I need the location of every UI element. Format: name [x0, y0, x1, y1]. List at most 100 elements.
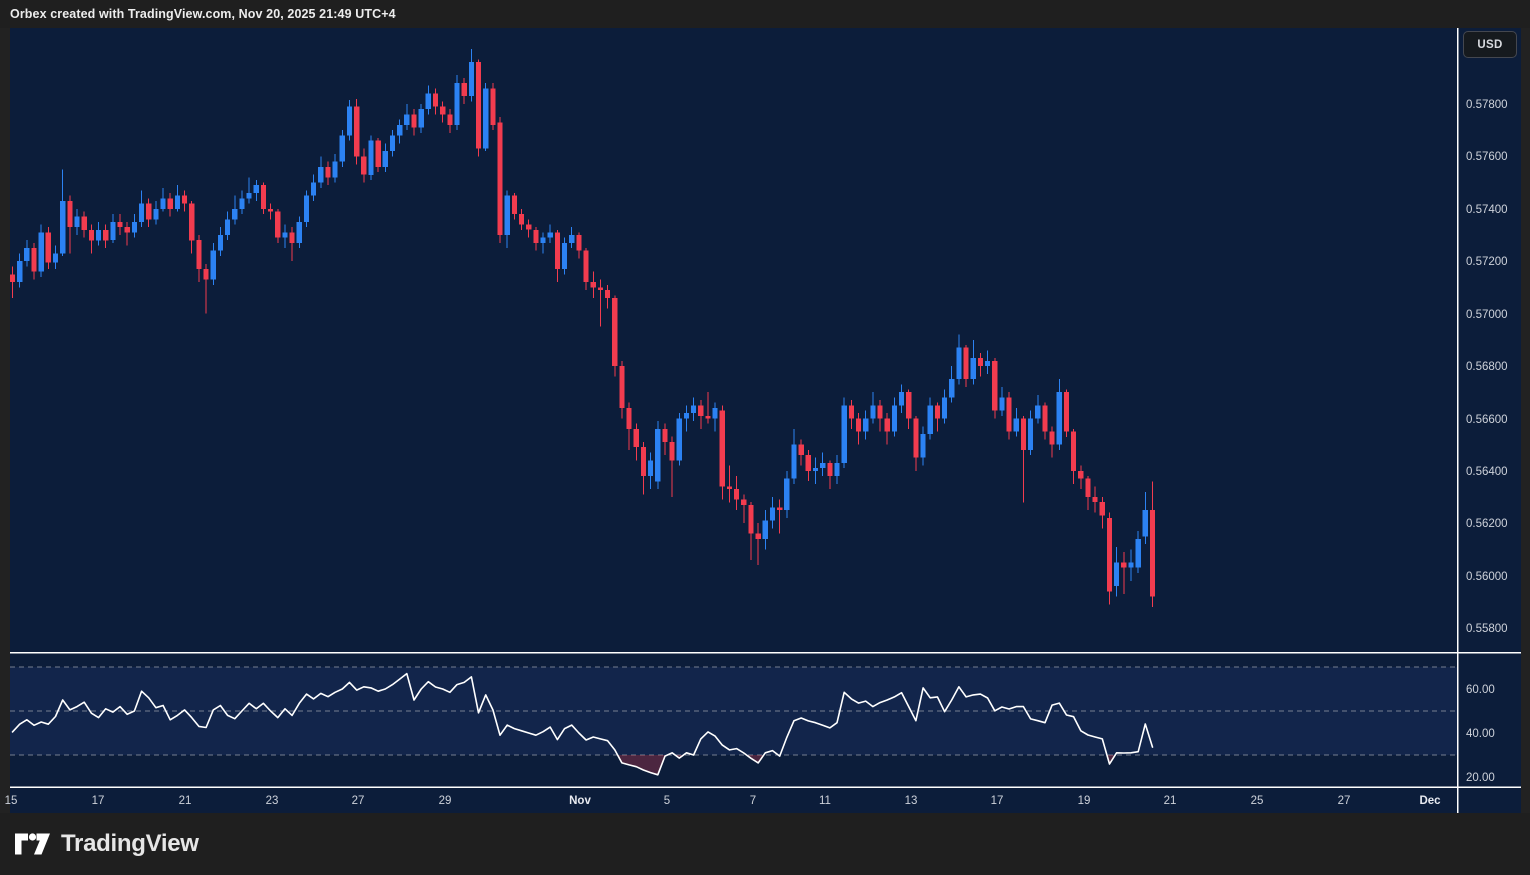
candle-down: [992, 361, 997, 411]
candle-up: [139, 204, 144, 222]
candle-down: [598, 287, 603, 290]
candle-up: [74, 217, 79, 228]
candle-down: [275, 211, 280, 237]
candle-down: [1100, 502, 1105, 515]
candle-up: [813, 468, 818, 471]
candle-down: [46, 232, 51, 262]
candle-down: [268, 209, 273, 212]
time-axis-label: 27: [352, 795, 365, 807]
candle-up: [985, 361, 990, 366]
candle-down: [627, 408, 632, 429]
time-axis-label: 19: [1078, 795, 1091, 807]
candle-down: [799, 445, 804, 456]
candle-down: [490, 88, 495, 125]
candle-wick: [1123, 552, 1124, 594]
candle-up: [1035, 405, 1040, 418]
candle-up: [899, 392, 904, 405]
candle-up: [677, 418, 682, 460]
price-axis-label: 0.56200: [1466, 518, 1508, 530]
candle-down: [1064, 392, 1069, 431]
tradingview-brand-link[interactable]: TradingView: [0, 830, 199, 858]
candle-wick: [292, 227, 293, 261]
candle-down: [777, 508, 782, 511]
candle-up: [505, 196, 510, 235]
candle-up: [211, 251, 216, 280]
candle-up: [318, 167, 323, 183]
time-axis-label: 11: [819, 795, 831, 807]
candle-down: [576, 235, 581, 251]
time-axis-label: 17: [991, 795, 1004, 807]
time-axis-label: Dec: [1419, 795, 1441, 807]
candle-down: [727, 487, 732, 490]
candle-up: [820, 463, 825, 468]
candle-up: [469, 62, 474, 96]
candle-down: [89, 230, 94, 241]
candle-wick: [708, 392, 709, 423]
candle-down: [1078, 471, 1083, 479]
candle-down: [720, 411, 725, 487]
time-axis[interactable]: 151721232729Nov5711131719212527Dec: [5, 795, 1442, 807]
candle-down: [261, 185, 266, 209]
candle-down: [641, 447, 646, 476]
candle-up: [419, 109, 424, 127]
candle-down: [447, 115, 452, 126]
candle-down: [526, 225, 531, 230]
candle-down: [906, 392, 911, 418]
candle-up: [541, 238, 546, 243]
candle-up: [870, 405, 875, 418]
candle-up: [311, 183, 316, 196]
candle-down: [1150, 510, 1155, 596]
rsi-pane[interactable]: [10, 667, 1457, 755]
candle-down: [462, 83, 467, 96]
candle-up: [347, 107, 352, 136]
time-axis-label: 13: [905, 795, 918, 807]
candle-down: [741, 500, 746, 505]
candle-up: [1014, 418, 1019, 431]
rsi-oversold-fill-group: [618, 755, 1116, 775]
candle-up: [763, 521, 768, 539]
candle-down: [605, 290, 610, 298]
candle-down: [146, 204, 151, 220]
candle-down: [935, 405, 940, 418]
candle-down: [196, 240, 201, 269]
candle-down: [756, 534, 761, 539]
candle-up: [153, 209, 158, 220]
candle-wick: [758, 523, 759, 565]
candle-down: [806, 455, 811, 471]
candle-up: [1114, 563, 1119, 587]
candle-down: [877, 405, 882, 418]
chart-canvas[interactable]: 0.578000.576000.574000.572000.570000.568…: [0, 0, 1530, 875]
candle-wick: [729, 466, 730, 503]
candle-up: [110, 222, 115, 240]
rsi-axis-label: 60.00: [1466, 684, 1495, 696]
rsi-axis[interactable]: 60.0040.0020.00: [1466, 684, 1495, 784]
candle-up: [648, 460, 653, 476]
price-axis-label: 0.57600: [1466, 151, 1508, 163]
currency-toggle-button[interactable]: USD: [1463, 31, 1517, 58]
candle-down: [433, 94, 438, 107]
candle-down: [290, 232, 295, 243]
candle-up: [218, 235, 223, 251]
candlestick-series[interactable]: [10, 49, 1155, 607]
time-axis-label: 17: [92, 795, 105, 807]
candle-down: [411, 115, 416, 128]
candle-up: [892, 405, 897, 431]
price-axis[interactable]: 0.578000.576000.574000.572000.570000.568…: [1466, 99, 1508, 635]
candle-down: [591, 282, 596, 287]
candle-down: [10, 274, 15, 282]
candle-down: [1021, 418, 1026, 449]
candle-up: [956, 348, 961, 379]
candle-wick: [600, 280, 601, 327]
candle-down: [361, 156, 366, 174]
candle-up: [383, 151, 388, 167]
price-axis-label: 0.56000: [1466, 571, 1508, 583]
pane-separator[interactable]: [10, 652, 1521, 654]
time-axis-label: 5: [664, 795, 670, 807]
candle-up: [304, 196, 309, 222]
candle-up: [53, 253, 58, 262]
time-axis-label: 25: [1251, 795, 1264, 807]
candle-up: [426, 94, 431, 110]
candle-up: [39, 232, 44, 271]
candle-down: [168, 198, 173, 209]
price-axis-label: 0.56600: [1466, 414, 1508, 426]
